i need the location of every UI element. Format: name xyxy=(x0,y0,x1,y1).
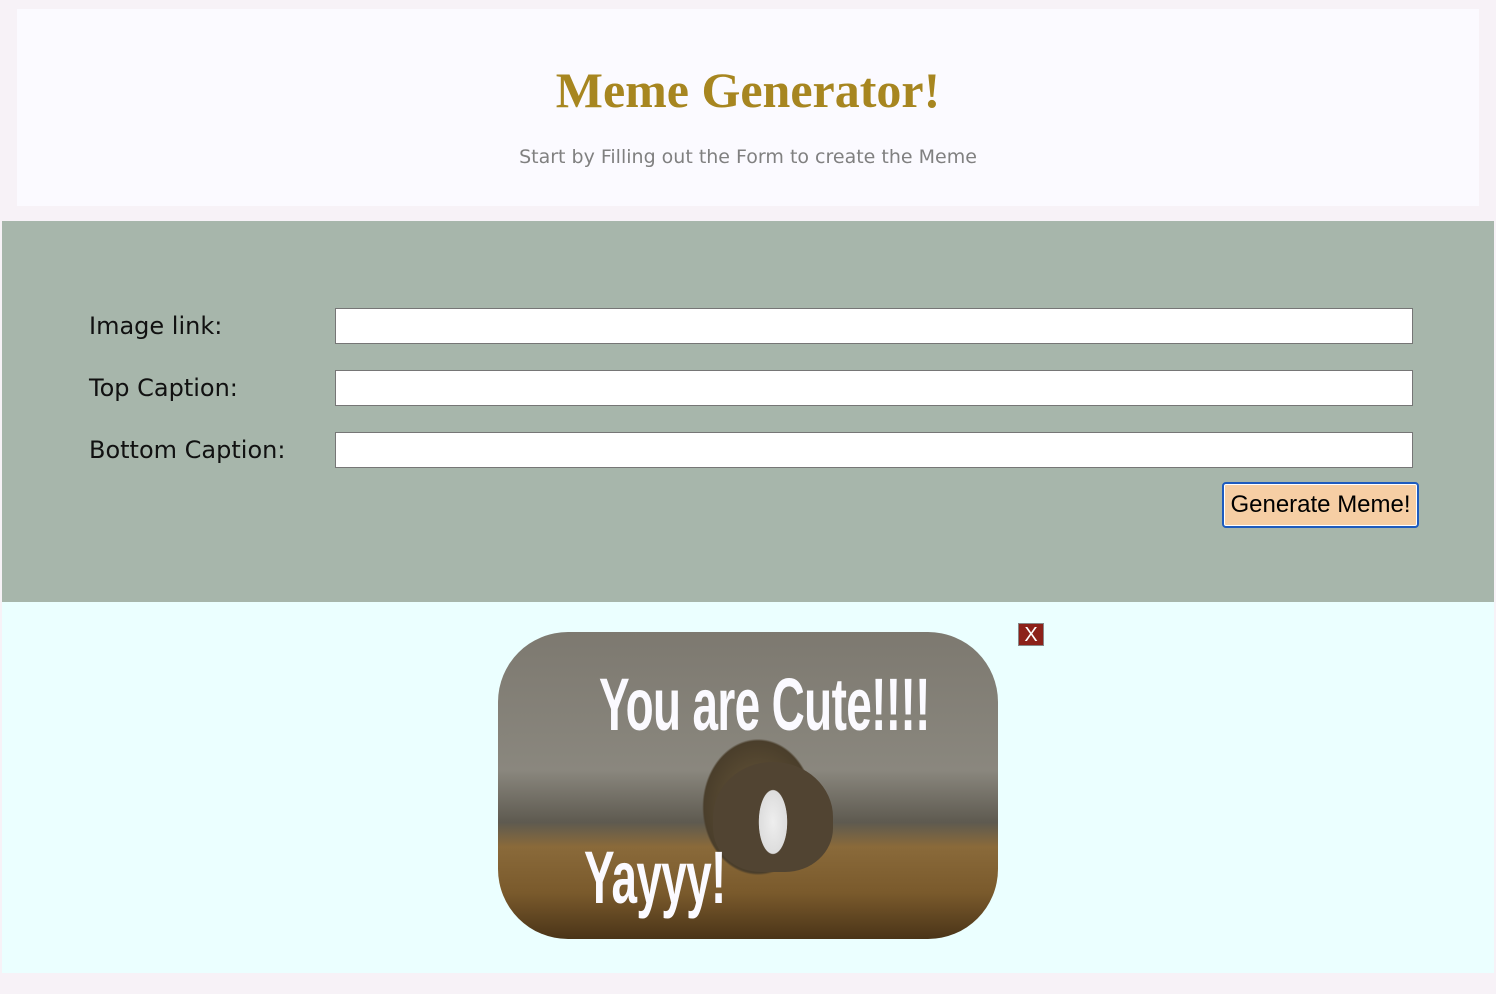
delete-meme-button[interactable]: X xyxy=(1018,623,1044,646)
meme-top-caption: You are Cute!!!! xyxy=(599,663,930,746)
meme-card: You are Cute!!!! Yayyy! xyxy=(498,632,998,939)
top-caption-label: Top Caption: xyxy=(89,374,238,402)
generate-meme-button[interactable]: Generate Meme! xyxy=(1222,482,1419,528)
top-caption-input[interactable] xyxy=(335,370,1413,406)
meme-bottom-caption: Yayyy! xyxy=(584,836,726,919)
meme-results: You are Cute!!!! Yayyy! X xyxy=(2,602,1494,973)
page-subtitle: Start by Filling out the Form to create … xyxy=(519,146,977,168)
cat-image xyxy=(713,762,833,872)
bottom-caption-row: Bottom Caption: xyxy=(89,432,1413,470)
image-link-input[interactable] xyxy=(335,308,1413,344)
image-link-row: Image link: xyxy=(89,308,1413,346)
meme-form: Image link: Top Caption: Bottom Caption:… xyxy=(2,221,1494,602)
header: Meme Generator! Start by Filling out the… xyxy=(17,9,1479,206)
image-link-label: Image link: xyxy=(89,312,223,340)
page-title: Meme Generator! xyxy=(555,62,941,118)
bottom-caption-label: Bottom Caption: xyxy=(89,436,286,464)
top-caption-row: Top Caption: xyxy=(89,370,1413,408)
bottom-caption-input[interactable] xyxy=(335,432,1413,468)
